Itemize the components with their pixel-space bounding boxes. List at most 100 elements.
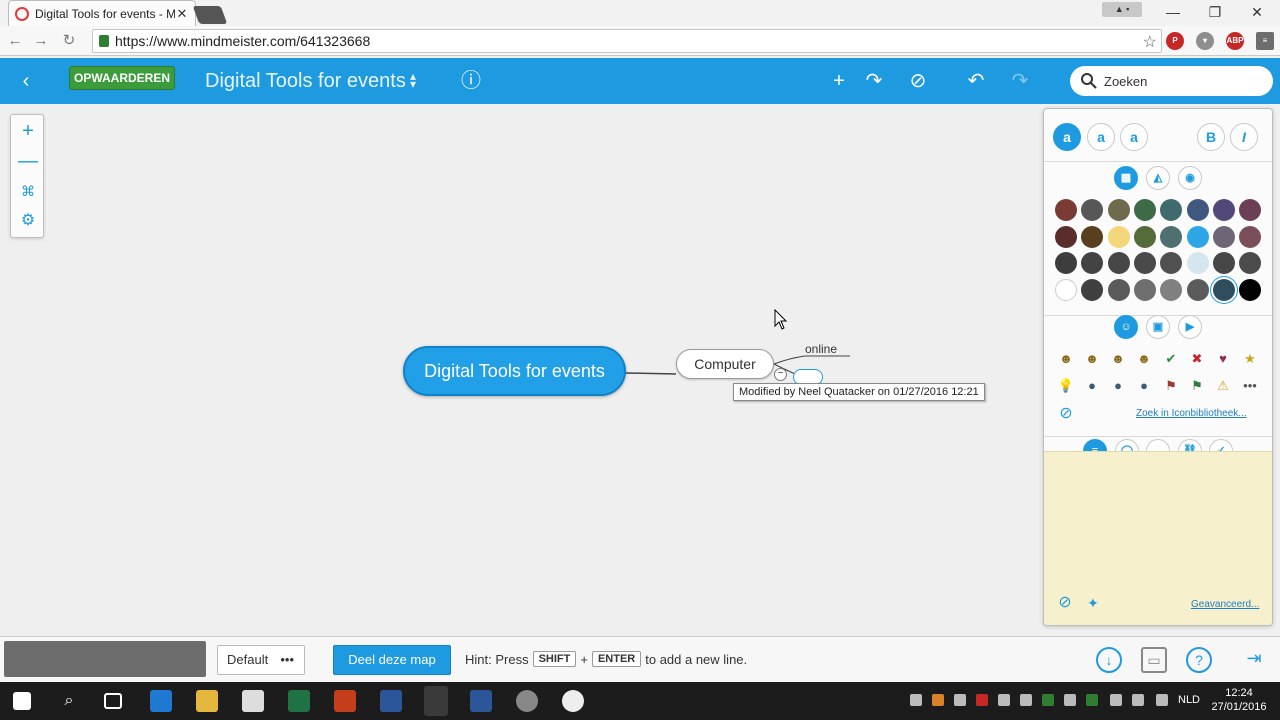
new-tab-button[interactable] <box>192 6 228 24</box>
help-icon[interactable]: ? <box>1186 647 1212 673</box>
color-swatch[interactable] <box>1186 225 1209 248</box>
tray-icon[interactable] <box>954 694 966 706</box>
green-flag-icon[interactable]: ⚑ <box>1188 377 1206 395</box>
color-swatch[interactable] <box>1239 252 1262 274</box>
emoji-2-icon[interactable]: ☻ <box>1083 350 1101 368</box>
color-swatch[interactable] <box>1081 199 1104 221</box>
zoom-in-icon[interactable]: + <box>16 119 40 143</box>
check-icon[interactable]: ✔ <box>1162 350 1180 368</box>
color-swatch[interactable] <box>1107 199 1130 221</box>
explorer-icon[interactable] <box>196 690 218 712</box>
notes-area[interactable]: ⊘ ✦ Geavanceerd... <box>1044 451 1272 625</box>
excel-icon[interactable] <box>288 690 310 712</box>
shape-tab-icon[interactable]: ◭ <box>1146 166 1170 190</box>
color-swatch[interactable] <box>1212 199 1235 221</box>
emoji-1-icon[interactable]: ☻ <box>1057 350 1075 368</box>
image-tab-icon[interactable]: ▣ <box>1146 315 1170 339</box>
color-swatch[interactable] <box>1239 199 1262 221</box>
bookmark-star-icon[interactable]: ☆ <box>1143 32 1157 52</box>
color-swatch[interactable] <box>1212 278 1235 301</box>
text-style-3[interactable]: a <box>1120 123 1148 151</box>
word-icon[interactable] <box>380 690 402 712</box>
color-swatch[interactable] <box>1239 225 1262 248</box>
root-topic[interactable]: Digital Tools for events <box>403 346 626 396</box>
warning-icon[interactable]: ⚠ <box>1214 377 1232 395</box>
redo-icon[interactable]: ↷ <box>1008 69 1032 93</box>
color-swatch[interactable] <box>1055 225 1077 248</box>
magic-wand-icon[interactable]: ✦ <box>1084 594 1102 612</box>
topic-computer[interactable]: Computer <box>676 349 774 379</box>
number-1-icon[interactable]: ● <box>1083 377 1101 395</box>
color-swatch[interactable] <box>1212 225 1235 248</box>
collapse-toggle-icon[interactable]: − <box>774 368 787 381</box>
visio-icon[interactable] <box>470 690 492 712</box>
tray-icon[interactable] <box>976 694 988 706</box>
text-style-2[interactable]: a <box>1087 123 1115 151</box>
pocket-icon[interactable]: ▾ <box>1196 32 1214 50</box>
itunes-icon[interactable] <box>562 690 584 712</box>
adblock-icon[interactable]: ABP <box>1226 32 1244 50</box>
url-field[interactable]: https://www.mindmeister.com/641323668 ☆ <box>92 29 1162 53</box>
color-style-tab-icon[interactable]: ▦ <box>1114 166 1138 190</box>
no-icon-icon[interactable]: ⊘ <box>1057 405 1075 423</box>
bold-button[interactable]: B <box>1197 123 1225 151</box>
forward-icon[interactable]: → <box>32 32 50 50</box>
tray-icon[interactable] <box>1086 694 1098 706</box>
theme-select[interactable]: Default ••• <box>217 645 305 675</box>
reload-icon[interactable]: ↻ <box>60 32 78 50</box>
notification-icon[interactable] <box>1156 694 1168 706</box>
heart-icon[interactable]: ♥ <box>1214 350 1232 368</box>
minimize-icon[interactable]: — <box>1158 4 1188 22</box>
connect-icon[interactable]: ↷ <box>862 69 886 93</box>
tray-icon[interactable] <box>1064 694 1076 706</box>
tray-icon[interactable] <box>932 694 944 706</box>
color-swatch[interactable] <box>1107 225 1130 248</box>
store-icon[interactable] <box>242 690 264 712</box>
settings-gear-icon[interactable]: ⚙ <box>16 209 40 233</box>
color-swatch[interactable] <box>1055 278 1077 301</box>
back-chevron-icon[interactable]: ‹ <box>14 69 38 93</box>
menu-icon[interactable]: ≡ <box>1256 32 1274 50</box>
text-style-1[interactable]: a <box>1053 123 1081 151</box>
color-swatch[interactable] <box>1081 252 1104 274</box>
map-title[interactable]: Digital Tools for events <box>205 70 406 93</box>
color-swatch[interactable] <box>1239 278 1262 301</box>
undo-icon[interactable]: ↶ <box>964 69 988 93</box>
browser-tab[interactable]: Digital Tools for events - M ✕ <box>8 0 196 26</box>
volume-icon[interactable] <box>1132 694 1144 706</box>
recorder-overlay[interactable] <box>4 641 206 677</box>
task-view-icon[interactable] <box>104 693 122 709</box>
color-swatch[interactable] <box>1055 252 1077 274</box>
topic-online[interactable]: online <box>805 342 837 356</box>
color-swatch[interactable] <box>1133 278 1156 301</box>
back-icon[interactable]: ← <box>6 32 24 50</box>
download-icon[interactable]: ↓ <box>1096 647 1122 673</box>
emoji-3-icon[interactable]: ☻ <box>1109 350 1127 368</box>
icons-tab-icon[interactable]: ☺ <box>1114 315 1138 339</box>
color-swatch[interactable] <box>1186 199 1209 221</box>
tray-icon[interactable] <box>998 694 1010 706</box>
red-flag-icon[interactable]: ⚑ <box>1162 377 1180 395</box>
number-3-icon[interactable]: ● <box>1135 377 1153 395</box>
tray-icon[interactable] <box>1020 694 1032 706</box>
zoom-out-icon[interactable]: — <box>16 149 40 173</box>
chrome-taskbar-icon[interactable] <box>424 686 448 716</box>
color-swatch[interactable] <box>1055 199 1077 221</box>
info-icon[interactable]: ⓘ <box>459 69 483 93</box>
color-swatch[interactable] <box>1160 252 1183 274</box>
language-indicator[interactable]: NLD <box>1178 694 1200 706</box>
add-topic-icon[interactable]: + <box>827 69 851 93</box>
wifi-icon[interactable] <box>1110 694 1122 706</box>
close-tab-icon[interactable]: ✕ <box>175 6 189 22</box>
pinterest-icon[interactable]: P <box>1166 32 1184 50</box>
powerpoint-icon[interactable] <box>334 690 356 712</box>
star-icon[interactable]: ★ <box>1241 350 1259 368</box>
map-switch-icon[interactable]: ▴ ▾ <box>410 70 416 90</box>
delete-icon[interactable]: ⊘ <box>906 69 930 93</box>
video-tab-icon[interactable]: ▶ <box>1178 315 1202 339</box>
color-swatch[interactable] <box>1107 278 1130 301</box>
exit-icon[interactable]: ⇥ <box>1241 647 1267 673</box>
color-swatch[interactable] <box>1212 252 1235 274</box>
clock[interactable]: 12:24 27/01/2016 <box>1200 686 1278 714</box>
color-swatch[interactable] <box>1133 225 1156 248</box>
